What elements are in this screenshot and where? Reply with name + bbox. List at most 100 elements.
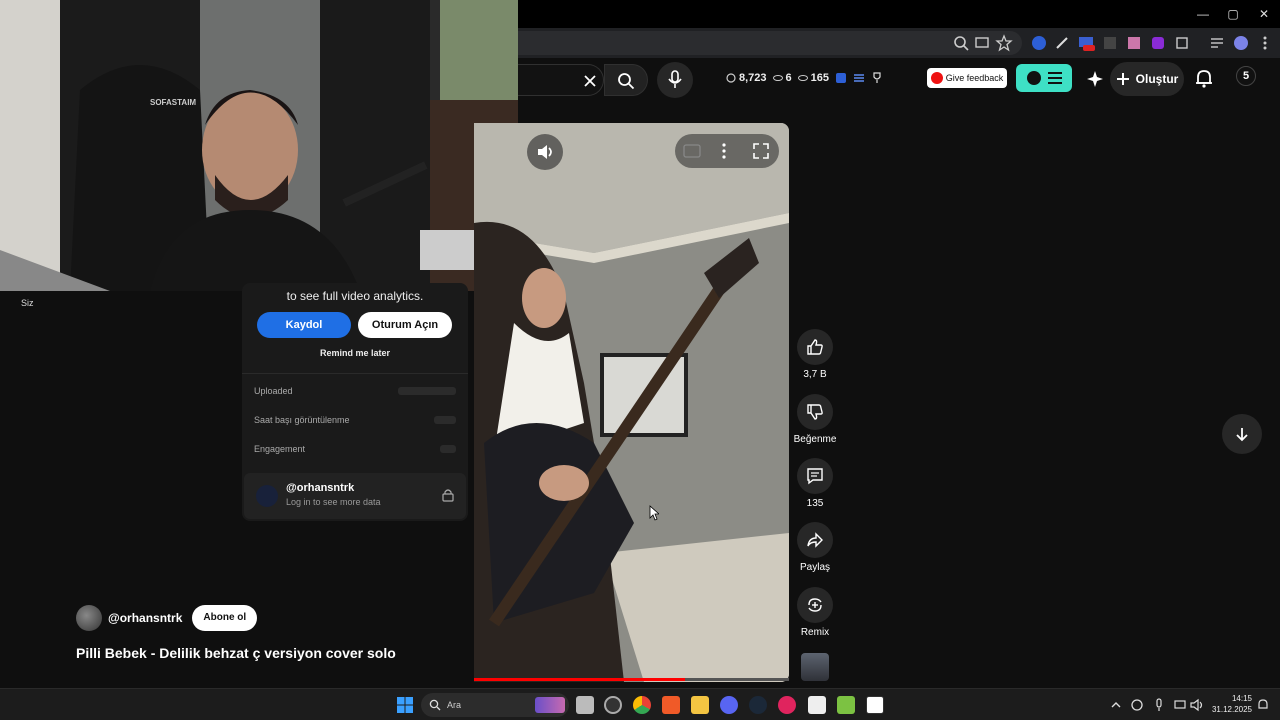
profile-avatar-icon[interactable] [1232, 34, 1250, 52]
comment-button[interactable] [797, 458, 833, 494]
eye-icon [772, 75, 783, 81]
microphone-icon[interactable] [1153, 698, 1165, 712]
voice-search-button[interactable] [657, 62, 693, 98]
remix-action[interactable]: Remix [786, 587, 844, 638]
media-queue-icon[interactable] [1208, 34, 1226, 52]
extensions-puzzle-icon[interactable] [1173, 34, 1191, 52]
blurred-value [440, 445, 456, 453]
video-player[interactable] [474, 123, 789, 682]
comment-action[interactable]: 135 [786, 458, 844, 509]
arrow-down-icon [1236, 428, 1248, 442]
bookmark-star-icon[interactable] [995, 34, 1013, 52]
pen-icon[interactable] [1053, 34, 1071, 52]
chevron-up-icon[interactable] [1110, 699, 1122, 711]
like-action[interactable]: 3,7 B [786, 329, 844, 380]
analytics-row-uploaded: Uploaded [254, 386, 293, 396]
app-circle-icon[interactable] [604, 696, 622, 714]
give-feedback-button[interactable]: Give feedback [927, 68, 1007, 88]
subscribe-button[interactable]: Abone ol [192, 605, 258, 631]
account-avatar[interactable]: 5 [1236, 66, 1256, 86]
file-explorer-icon[interactable] [691, 696, 709, 714]
more-options-icon[interactable] [721, 143, 727, 159]
remix-icon [808, 598, 822, 612]
search-button[interactable] [604, 64, 648, 96]
fullscreen-icon[interactable] [753, 143, 769, 159]
extension-menu-button[interactable] [1016, 64, 1072, 92]
network-icon[interactable] [1173, 698, 1187, 712]
divider [242, 373, 468, 374]
mouse-cursor-icon [649, 505, 659, 521]
task-view-icon[interactable] [576, 696, 594, 714]
remind-later-link[interactable]: Remind me later [242, 348, 468, 358]
channel-handle[interactable]: @orhansntrk [108, 611, 182, 625]
channel-row: @orhansntrk Abone ol [76, 605, 258, 631]
chrome-icon[interactable] [633, 696, 651, 714]
clock-icon [726, 73, 736, 83]
next-video-button[interactable] [1222, 414, 1262, 454]
remix-button[interactable] [797, 587, 833, 623]
analytics-row-hourly-views: Saat başı görüntülenme [254, 415, 350, 425]
video-title: Pilli Bebek - Delilik behzat ç versiyon … [76, 645, 396, 661]
signup-button[interactable]: Kaydol [257, 312, 351, 338]
search-icon [429, 699, 441, 711]
analytics-user-subtext: Log in to see more data [286, 497, 381, 507]
media-player-icon[interactable] [778, 696, 796, 714]
remix-label: Remix [800, 627, 830, 638]
comment-icon [807, 468, 823, 485]
stat-timer: 8,723 [739, 72, 767, 84]
browser-menu-icon[interactable] [1256, 34, 1274, 52]
sound-thumbnail[interactable] [801, 653, 829, 681]
share-icon [807, 532, 823, 548]
system-clock[interactable]: 14:15 31.12.2025 [1212, 693, 1252, 715]
trophy-icon[interactable] [871, 72, 883, 84]
minimize-button[interactable]: — [1188, 4, 1218, 24]
taskbar-search[interactable]: Ara [421, 693, 569, 717]
extension-badge-icon[interactable] [1077, 34, 1095, 52]
cast-icon[interactable] [973, 34, 991, 52]
dislike-button[interactable] [797, 394, 833, 430]
microphone-icon [668, 70, 682, 88]
capcut-icon[interactable] [808, 696, 826, 714]
speaker-icon[interactable] [1190, 698, 1204, 712]
extension-pink-icon[interactable] [1125, 34, 1143, 52]
dislike-action[interactable]: Beğenme [786, 394, 844, 445]
extension-dark-icon[interactable] [1101, 34, 1119, 52]
taskbar-search-placeholder: Ara [447, 700, 462, 710]
captions-icon[interactable] [683, 144, 701, 158]
sparkle-icon[interactable] [1085, 69, 1105, 89]
maximize-button[interactable]: ▢ [1218, 4, 1248, 24]
steam-icon[interactable] [749, 696, 767, 714]
video-progress-bar[interactable] [474, 678, 789, 681]
sync-icon[interactable] [1130, 698, 1144, 712]
notion-icon[interactable] [866, 696, 884, 714]
analytics-prompt: to see full video analytics. [286, 289, 424, 303]
brave-icon[interactable] [662, 696, 680, 714]
blurred-value [398, 387, 456, 395]
notification-center-icon[interactable] [1257, 698, 1269, 712]
windows-start-icon[interactable] [396, 696, 414, 714]
webcam-overlay: SOFASTAIM [0, 0, 518, 291]
extension-chart-icon[interactable] [835, 72, 847, 84]
extension-blue-icon[interactable] [1030, 34, 1048, 52]
like-button[interactable] [797, 329, 833, 365]
green-app-icon[interactable] [837, 696, 855, 714]
list-icon[interactable] [853, 72, 865, 84]
zoom-icon[interactable] [952, 34, 970, 52]
share-action[interactable]: Paylaş [786, 522, 844, 573]
clear-search-icon[interactable] [582, 73, 598, 89]
volume-icon [538, 145, 552, 159]
analytics-user-row[interactable]: @orhansntrk Log in to see more data [244, 473, 466, 519]
create-button[interactable]: Oluştur [1110, 62, 1184, 96]
clock-date: 31.12.2025 [1211, 705, 1252, 714]
eye-icon [797, 75, 808, 81]
channel-avatar[interactable] [76, 605, 102, 631]
discord-icon[interactable] [720, 696, 738, 714]
volume-button[interactable] [527, 134, 563, 170]
close-button[interactable]: ✕ [1249, 4, 1279, 24]
share-button[interactable] [797, 522, 833, 558]
extension-purple-icon[interactable] [1149, 34, 1167, 52]
notifications-bell-icon[interactable] [1192, 66, 1216, 90]
login-button[interactable]: Oturum Açın [358, 312, 452, 338]
sidebar-item-you[interactable]: Siz [21, 298, 34, 308]
thumbs-up-icon [807, 339, 823, 355]
